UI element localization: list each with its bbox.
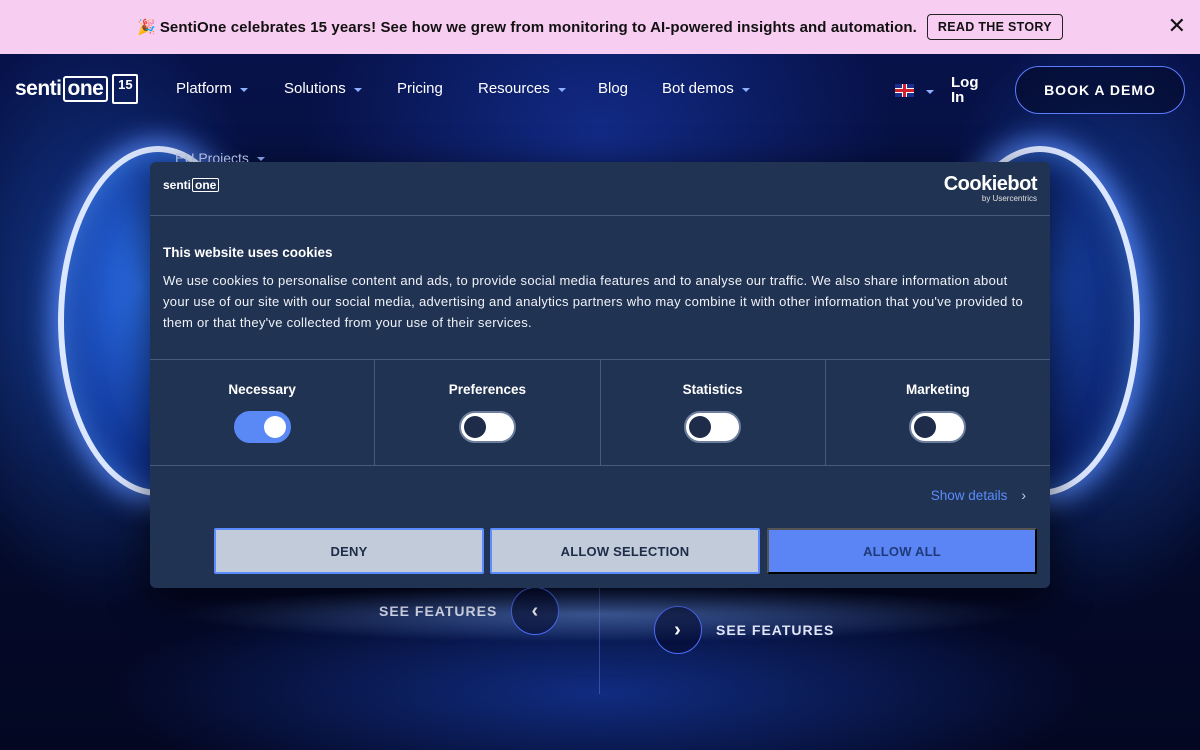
nav-item-bot-demos[interactable]: Bot demos: [662, 80, 750, 97]
see-features-right-label: SEE FEATURES: [716, 622, 835, 638]
dialog-sentione-logo: senti one: [163, 178, 220, 192]
logo-years-badge: 15: [112, 74, 139, 104]
main-nav: senti one 15 Platform Solutions Pricing …: [0, 54, 1200, 126]
chevron-down-icon: [239, 87, 248, 92]
cookiebot-logo[interactable]: Cookiebot by Usercentrics: [944, 174, 1038, 203]
category-marketing: Marketing: [826, 360, 1050, 465]
close-icon[interactable]: ✕: [1168, 15, 1186, 37]
book-demo-button[interactable]: BOOK A DEMO: [1015, 66, 1185, 114]
allow-selection-button[interactable]: ALLOW SELECTION: [490, 528, 760, 574]
category-preferences: Preferences: [375, 360, 601, 465]
nav-item-resources[interactable]: Resources: [478, 80, 566, 97]
chevron-left-icon[interactable]: ‹: [511, 587, 560, 635]
statistics-toggle[interactable]: [684, 411, 742, 443]
category-statistics: Statistics: [601, 360, 826, 465]
see-features-left[interactable]: SEE FEATURES ‹: [379, 587, 560, 635]
preferences-toggle[interactable]: [458, 411, 516, 443]
show-details-link[interactable]: Show details ›: [931, 487, 1026, 503]
logo-text-senti: senti: [15, 77, 62, 100]
see-features-left-label: SEE FEATURES: [379, 603, 498, 619]
uk-flag-icon[interactable]: [895, 84, 914, 97]
dialog-title: This website uses cookies: [163, 245, 333, 260]
announcement-bar: 🎉 SentiOne celebrates 15 years! See how …: [0, 0, 1200, 54]
sentione-logo[interactable]: senti one 15: [15, 74, 139, 104]
language-chevron-down-icon[interactable]: [926, 90, 934, 94]
category-necessary: Necessary: [150, 360, 376, 465]
chevron-down-icon: [256, 157, 265, 161]
cookie-categories: Necessary Preferences Statistics Marketi…: [150, 360, 1050, 466]
chevron-down-icon: [353, 87, 362, 92]
nav-item-platform[interactable]: Platform: [176, 80, 248, 97]
marketing-toggle[interactable]: [909, 411, 967, 443]
dialog-description: We use cookies to personalise content an…: [163, 273, 1024, 330]
allow-all-button[interactable]: ALLOW ALL: [767, 528, 1037, 574]
necessary-toggle[interactable]: [233, 411, 291, 443]
read-story-button[interactable]: READ THE STORY: [926, 14, 1063, 40]
deny-button[interactable]: DENY: [214, 528, 484, 574]
chevron-right-icon: ›: [1021, 487, 1026, 503]
announcement-text: SentiOne celebrates 15 years! See how we…: [159, 18, 917, 36]
nav-item-pricing[interactable]: Pricing: [397, 80, 443, 97]
nav-item-blog[interactable]: Blog: [598, 80, 628, 97]
chevron-down-icon: [741, 87, 750, 92]
chevron-right-icon[interactable]: ›: [654, 606, 702, 654]
dialog-body: This website uses cookies We use cookies…: [150, 216, 1050, 360]
party-icon: 🎉: [137, 19, 156, 36]
nav-item-solutions[interactable]: Solutions: [284, 80, 362, 97]
dialog-header: senti one Cookiebot by Usercentrics: [150, 162, 1050, 216]
logo-text-one: one: [62, 76, 109, 102]
login-link[interactable]: Log In: [951, 75, 981, 105]
chevron-down-icon: [557, 87, 566, 92]
cookie-consent-dialog: senti one Cookiebot by Usercentrics This…: [150, 162, 1050, 588]
see-features-right[interactable]: › SEE FEATURES: [654, 606, 834, 654]
